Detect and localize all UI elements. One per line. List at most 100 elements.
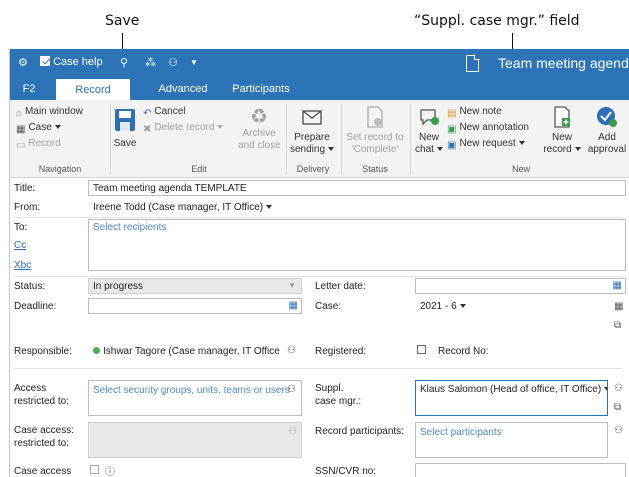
ssn-field[interactable] — [415, 463, 626, 477]
case-access-label-line1: Case access: — [14, 425, 75, 436]
group-label-delivery: Delivery — [296, 164, 330, 174]
suppl-label-line2: case mgr.: — [315, 396, 362, 407]
prepare-sending-button[interactable]: Prepare sending — [290, 106, 335, 156]
letter-date-field[interactable]: ▦ — [415, 278, 626, 294]
status-value: In progress — [93, 281, 144, 292]
window-title: Team meeting agenda — [498, 55, 629, 71]
xbc-link[interactable]: Xbc — [14, 259, 31, 272]
new-record-label: New — [551, 132, 572, 143]
ribbon-tabs: F2 Record Advanced Participants — [10, 78, 629, 100]
users-icon: ⚇ — [288, 426, 297, 437]
cancel-button[interactable]: ↶ Cancel — [143, 106, 186, 120]
user-icon[interactable]: ⚇ — [168, 56, 178, 69]
from-field[interactable]: Ireene Todd (Case manager, IT Office) — [88, 199, 626, 215]
calendar-icon[interactable]: ▦ — [613, 280, 622, 291]
users-icon[interactable]: ⚇ — [287, 384, 296, 395]
document-check-icon — [367, 106, 383, 128]
access-label: Access restricted to: — [14, 382, 69, 408]
set-complete-label: Set record to — [346, 132, 404, 143]
letter-date-label: Letter date: — [315, 281, 366, 292]
case-icon[interactable]: ▦ — [614, 301, 623, 312]
case-access-checkbox[interactable] — [90, 465, 99, 474]
add-approval-label-2: approval — [587, 144, 627, 155]
case-button[interactable]: ▦ Case — [16, 122, 61, 136]
users-icon[interactable]: ⚇ — [287, 345, 296, 356]
tab-participants[interactable]: Participants — [220, 78, 302, 100]
record-no-label: Record No: — [438, 346, 489, 357]
calendar-icon[interactable]: ▦ — [289, 300, 298, 311]
to-field[interactable]: Select recipients — [88, 219, 626, 271]
divider — [14, 368, 622, 369]
suppl-case-mgr-label: Suppl. case mgr.: — [315, 382, 361, 408]
access-restricted-field[interactable]: Select security groups, units, teams or … — [88, 380, 302, 416]
to-label: To: — [14, 222, 28, 233]
quick-access-dropdown-icon[interactable]: ▼ — [190, 58, 198, 67]
main-window-button[interactable]: ⌂ Main window — [16, 106, 83, 120]
registered-label: Registered: — [315, 346, 367, 357]
share-icon[interactable]: ⁂ — [145, 56, 156, 69]
app-window: ⚙ Case help ⚲ ⁂ ⚇ ▼ Team meeting agenda … — [9, 49, 629, 477]
main-window-label: Main window — [25, 106, 83, 117]
deadline-field[interactable]: ▦ — [88, 298, 302, 314]
open-icon[interactable]: ⧉ — [614, 402, 621, 413]
set-complete-button[interactable]: Set record to 'Complete' — [344, 106, 406, 156]
case-value: 2021 - 6 — [420, 301, 457, 312]
callout-save: Save — [105, 13, 140, 29]
delete-record-label: Delete record — [154, 122, 215, 133]
save-button[interactable]: Save — [113, 108, 137, 150]
search-icon[interactable]: ⚲ — [120, 56, 128, 69]
record-nav-button[interactable]: ▭ Record — [16, 138, 61, 152]
delete-record-button[interactable]: ✖ Delete record — [143, 122, 224, 136]
users-icon[interactable]: ⚇ — [614, 383, 623, 394]
new-chat-button[interactable]: New chat — [414, 106, 444, 156]
app-menu-icon[interactable]: ⚙ — [18, 56, 28, 69]
open-icon[interactable]: ⧉ — [614, 320, 621, 331]
tab-record[interactable]: Record — [56, 78, 130, 100]
envelope-icon — [302, 110, 322, 125]
title-bar: ⚙ Case help ⚲ ⁂ ⚇ ▼ Team meeting agenda — [10, 49, 629, 78]
prepare-label-2: sending — [290, 144, 326, 155]
title-field[interactable]: Team meeting agenda TEMPLATE — [88, 180, 626, 196]
add-approval-button[interactable]: Add approval — [586, 106, 628, 156]
new-note-button[interactable]: ▤ New note — [447, 106, 502, 120]
ribbon: ⌂ Main window ▦ Case ▭ Record Navigation Sa… — [10, 100, 629, 178]
case-label: Case — [28, 122, 52, 133]
suppl-case-mgr-field[interactable]: Klaus Salomon (Head of office, IT Office… — [415, 380, 608, 416]
new-record-label-2: record — [543, 144, 572, 155]
request-icon: ▣ — [447, 140, 457, 151]
access-label-line2: restricted to: — [14, 396, 70, 407]
undo-icon: ↶ — [143, 108, 152, 119]
responsible-field[interactable]: Ishwar Tagore (Case manager, IT Office — [88, 343, 284, 359]
responsible-value: Ishwar Tagore (Case manager, IT Office — [103, 346, 280, 357]
title-label: Title: — [14, 183, 36, 194]
status-field[interactable]: In progress ▼ — [88, 278, 302, 294]
chevron-down-icon — [459, 304, 466, 308]
cc-link[interactable]: Cc — [14, 239, 26, 252]
group-label-navigation: Navigation — [38, 164, 82, 174]
prepare-label: Prepare — [294, 132, 330, 143]
archive-close-button[interactable]: ♻ Archive and close — [238, 106, 281, 152]
registered-checkbox[interactable] — [417, 345, 426, 354]
new-chat-label: New — [418, 132, 439, 143]
chevron-down-icon: ▼ — [288, 281, 296, 290]
chevron-down-icon — [54, 125, 61, 129]
new-record-button[interactable]: New record — [540, 106, 584, 156]
tab-f2[interactable]: F2 — [10, 78, 48, 100]
help-icon[interactable]: ⓘ — [105, 463, 115, 477]
new-request-label: New request — [459, 138, 516, 149]
case-access-label: Case access: restricted to: — [14, 424, 74, 450]
users-icon[interactable]: ⚇ — [614, 425, 623, 436]
cancel-label: Cancel — [154, 106, 186, 117]
tab-advanced[interactable]: Advanced — [150, 78, 216, 100]
record-participants-field[interactable]: Select participants — [415, 422, 608, 458]
ribbon-separator — [410, 104, 411, 174]
record-nav-label: Record — [28, 138, 61, 149]
new-request-button[interactable]: ▣ New request — [447, 138, 525, 152]
document-icon — [466, 54, 480, 72]
case-help-toggle[interactable]: Case help — [40, 56, 103, 68]
chevron-down-icon — [574, 147, 581, 151]
case-field[interactable]: 2021 - 6 — [415, 298, 626, 338]
chevron-down-icon — [328, 147, 335, 151]
new-annotation-button[interactable]: ▣ New annotation — [447, 122, 529, 136]
status-dot-icon — [93, 347, 100, 354]
